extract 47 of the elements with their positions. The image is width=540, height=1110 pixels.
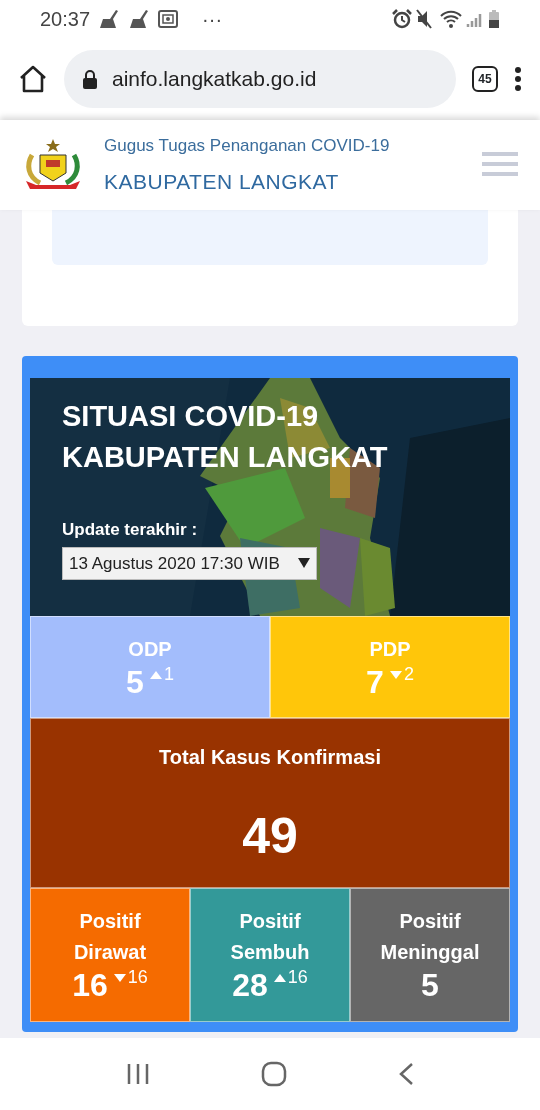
stat-label: Total Kasus Konfirmasi (159, 745, 381, 770)
stat-label: Positif (79, 909, 141, 935)
more-options-icon[interactable] (514, 66, 522, 92)
url-text: ainfo.langkatkab.go.id (112, 66, 317, 93)
down-arrow-icon (389, 670, 402, 679)
update-select[interactable]: 13 Agustus 2020 17:30 WIB (62, 546, 317, 581)
stat-change: 16 (273, 968, 308, 989)
alarm-icon (392, 9, 412, 29)
stat-value: 16 (72, 968, 108, 1004)
notification-more: ··· (202, 7, 223, 32)
stat-label: Meninggal (380, 940, 480, 966)
dropdown-arrow-icon (297, 558, 310, 569)
stat-value: 7 (366, 664, 384, 701)
stat-value: 5 (421, 968, 439, 1004)
stat-value: 5 (126, 664, 144, 701)
broom-icon (98, 9, 121, 29)
home-button-icon[interactable] (261, 1061, 287, 1087)
back-icon[interactable] (398, 1062, 415, 1086)
home-icon[interactable] (18, 65, 48, 93)
stat-value: 28 (232, 968, 268, 1004)
stat-label: PDP (369, 636, 411, 662)
stat-change: 1 (149, 664, 174, 685)
stat-label: Positif (239, 909, 301, 935)
stat-change: 2 (389, 664, 414, 685)
recent-apps-icon[interactable] (125, 1063, 150, 1085)
battery-icon (488, 9, 500, 29)
site-title: KABUPATEN LANGKAT (104, 169, 340, 195)
site-subtitle: Gugus Tugas Penanganan COVID-19 (104, 134, 391, 157)
stat-label: ODP (128, 636, 172, 662)
status-time: 20:37 (40, 7, 91, 32)
stat-value: 49 (242, 809, 298, 864)
stat-label: Positif (399, 909, 461, 935)
broom-icon (128, 9, 151, 29)
up-arrow-icon (273, 974, 286, 983)
dashboard-title: KABUPATEN LANGKAT (62, 439, 389, 475)
lock-icon (82, 69, 98, 89)
down-arrow-icon (113, 974, 126, 983)
up-arrow-icon (149, 670, 162, 679)
dashboard-title: SITUASI COVID-19 (62, 399, 320, 434)
stat-label: Sembuh (230, 940, 310, 966)
tab-count-button[interactable]: 45 (472, 66, 498, 92)
wifi-icon (440, 10, 462, 28)
safe-icon (158, 10, 179, 28)
update-label: Update terakhir : (62, 519, 199, 542)
stat-change: 16 (113, 968, 148, 989)
address-bar[interactable]: ainfo.langkatkab.go.id (64, 50, 456, 108)
stat-label: Dirawat (73, 940, 147, 966)
